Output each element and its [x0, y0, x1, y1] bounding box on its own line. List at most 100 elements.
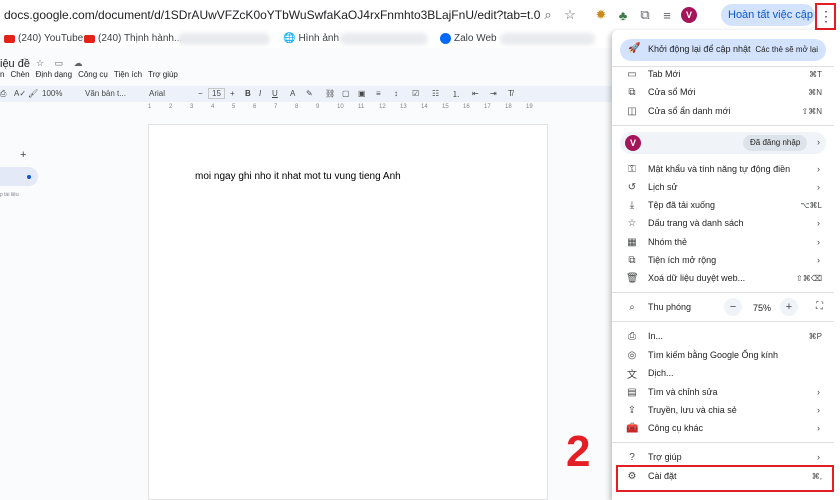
menu-format[interactable]: Định dạng	[36, 70, 72, 79]
menu-new-window[interactable]: ⧉ Cửa sổ Mới ⌘N	[612, 83, 834, 101]
font-select[interactable]: Arial	[149, 89, 165, 98]
zoom-select[interactable]: 100%	[42, 89, 62, 98]
printer-icon: ⎙	[628, 330, 636, 342]
document-title[interactable]: iệu đề	[0, 58, 30, 70]
text-color-icon[interactable]: A	[290, 89, 295, 98]
add-tab-button[interactable]: +	[20, 149, 26, 161]
highlight-icon[interactable]: ✎	[306, 89, 313, 98]
document-tab-item[interactable]	[0, 167, 38, 186]
menu-more-tools[interactable]: 🧰 Công cụ khác ›	[612, 419, 834, 437]
blurred-bookmark[interactable]	[500, 33, 595, 45]
zalo-icon	[440, 33, 451, 44]
docs-menubar: n Chèn Định dạng Công cụ Tiện ích Trợ gi…	[0, 70, 184, 79]
menu-separator	[612, 125, 834, 126]
zoom-icon[interactable]: ⌕	[537, 4, 559, 26]
chevron-right-icon: ›	[817, 405, 820, 415]
blurred-bookmark[interactable]	[340, 33, 428, 45]
youtube-icon	[84, 34, 95, 43]
menu-translate[interactable]: 文 Dịch...	[612, 364, 834, 382]
bookmark-thinh-hanh[interactable]: (240) Thịnh hành...	[84, 33, 182, 44]
tab-menu-dots[interactable]	[27, 175, 31, 179]
reading-list-icon[interactable]: ≡	[656, 4, 678, 26]
italic-icon[interactable]: I	[259, 89, 261, 98]
image-icon[interactable]: ▣	[358, 89, 366, 98]
menu-passwords[interactable]: ⚿ Mật khẩu và tính năng tự động điền ›	[612, 160, 834, 178]
link-icon[interactable]: ⛓	[325, 89, 335, 98]
chevron-right-icon: ›	[817, 452, 820, 462]
numbered-list-icon[interactable]: ⒈	[452, 89, 460, 100]
menu-clear-data[interactable]: 🗑 Xoá dữ liệu duyệt web... ⇧⌘⌫	[612, 269, 834, 287]
clear-format-icon[interactable]: T̸	[508, 89, 513, 98]
menu-google-lens[interactable]: ◎ Tìm kiếm bằng Google Ống kính	[612, 346, 834, 364]
profile-avatar[interactable]: V	[678, 4, 700, 26]
docs-header	[0, 48, 612, 112]
menu-find-edit[interactable]: ▤ Tìm và chỉnh sửa ›	[612, 383, 834, 401]
bookmark-hinh-anh[interactable]: 🌐 Hình ảnh	[283, 33, 339, 44]
magnifier-icon: ⌕	[629, 301, 635, 313]
bookmark-youtube[interactable]: (240) YouTube	[4, 33, 83, 44]
fullscreen-icon[interactable]: ⛶	[816, 301, 823, 312]
address-bar[interactable]: docs.google.com/document/d/1SDrAUwVFZcK0…	[4, 8, 540, 22]
menu-tools[interactable]: Công cụ	[78, 70, 108, 79]
chevron-right-icon: ›	[817, 387, 820, 397]
blurred-bookmark[interactable]	[178, 33, 270, 45]
chevron-right-icon: ›	[817, 255, 820, 265]
zoom-out-button[interactable]: −	[724, 298, 742, 316]
download-icon: ⤓	[629, 199, 635, 211]
chevron-right-icon: ›	[817, 182, 820, 192]
bookmark-zalo[interactable]: Zalo Web	[440, 33, 497, 44]
style-select[interactable]: Văn bản t...	[85, 89, 126, 98]
extensions-puzzle-icon[interactable]: ⧉	[634, 4, 656, 26]
title-action-icons[interactable]: ☆ ▭ ☁	[36, 58, 87, 69]
relaunch-to-update-item[interactable]: 🚀 Khởi động lại để cập nhật Các thẻ sẽ m…	[620, 39, 826, 61]
font-size-input[interactable]: 15	[208, 88, 225, 99]
font-size-decrease[interactable]: −	[198, 89, 203, 98]
menu-help[interactable]: ? Trợ giúp ›	[612, 448, 834, 466]
menu-tab-groups[interactable]: ▦ Nhóm thẻ ›	[612, 233, 834, 251]
menu-print[interactable]: ⎙ In... ⌘P	[612, 327, 834, 345]
print-icon[interactable]: ⎙	[0, 89, 6, 99]
bookmark-star-icon[interactable]: ☆	[559, 4, 581, 26]
update-chrome-button[interactable]: Hoàn tất việc cập nhật	[721, 4, 815, 26]
comment-icon[interactable]: ▢	[342, 89, 350, 98]
profile-avatar: V	[625, 135, 641, 151]
menu-incognito[interactable]: ◫ Cửa sổ ẩn danh mới ⇧⌘N	[612, 102, 834, 120]
highlight-menu-button	[815, 3, 836, 30]
share-icon: ⇪	[627, 404, 637, 416]
menu-bookmarks[interactable]: ☆ Dấu trang và danh sách ›	[612, 214, 834, 232]
menu-edit[interactable]: n	[0, 70, 4, 79]
paint-format-icon[interactable]: 🖌	[28, 89, 38, 98]
indent-increase-icon[interactable]: ⇥	[490, 89, 497, 98]
chrome-menu: 🚀 Khởi động lại để cập nhật Các thẻ sẽ m…	[612, 30, 840, 500]
indent-decrease-icon[interactable]: ⇤	[472, 89, 479, 98]
toolbox-icon: 🧰	[626, 422, 639, 434]
menu-separator	[612, 321, 834, 322]
font-size-increase[interactable]: +	[230, 89, 235, 98]
menu-cast-save-share[interactable]: ⇪ Truyền, lưu và chia sẻ ›	[612, 401, 834, 419]
document-text[interactable]: moi ngay ghi nho it nhat mot tu vung tie…	[195, 171, 401, 182]
menu-downloads[interactable]: ⤓ Tệp đã tải xuống ⌥⌘L	[612, 196, 834, 214]
align-icon[interactable]: ≡	[376, 89, 381, 98]
menu-insert[interactable]: Chèn	[10, 70, 29, 79]
new-window-icon: ⧉	[628, 86, 636, 98]
line-spacing-icon[interactable]: ↕	[394, 89, 398, 98]
menu-extensions[interactable]: Tiện ích	[114, 70, 142, 79]
signed-in-badge[interactable]: Đã đăng nhập	[743, 135, 808, 151]
menu-history[interactable]: ↺ Lịch sử ›	[612, 178, 834, 196]
menu-help[interactable]: Trợ giúp	[148, 70, 178, 79]
zoom-in-button[interactable]: +	[780, 298, 798, 316]
underline-icon[interactable]: U	[272, 89, 278, 98]
checklist-icon[interactable]: ☑	[412, 89, 419, 98]
menu-extensions[interactable]: ⧉ Tiện ích mở rộng ›	[612, 251, 834, 269]
extension-tree-icon[interactable]: ♣	[612, 4, 634, 26]
puzzle-icon: ⧉	[628, 254, 636, 266]
bullet-list-icon[interactable]: ☷	[432, 89, 439, 98]
chevron-right-icon: ›	[817, 423, 820, 433]
extension-gear-icon[interactable]: ✹	[590, 4, 612, 26]
bold-icon[interactable]: B	[245, 89, 251, 98]
youtube-icon	[4, 34, 15, 43]
spellcheck-icon[interactable]: A✓	[14, 89, 26, 98]
menu-profile-row[interactable]: V Đã đăng nhập ›	[620, 132, 826, 154]
highlight-settings-item	[616, 465, 834, 492]
menu-new-tab[interactable]: ▭ Tab Mới ⌘T	[612, 65, 834, 83]
